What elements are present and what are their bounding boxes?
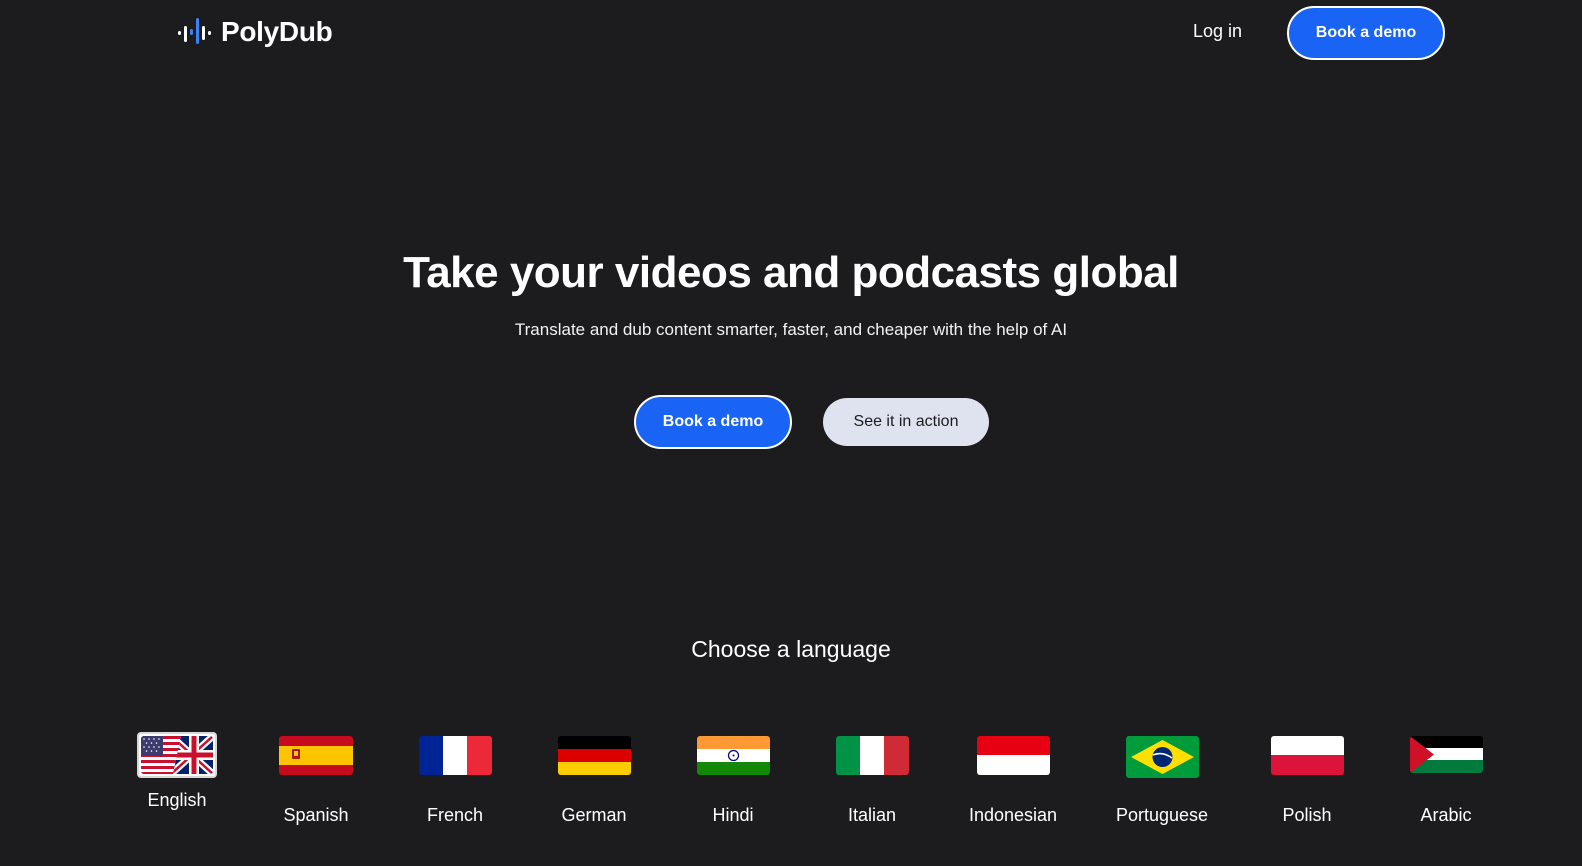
indonesia-flag-icon [976, 736, 1050, 775]
book-demo-header-button[interactable]: Book a demo [1287, 6, 1445, 60]
language-label: German [561, 805, 627, 825]
language-label: English [147, 790, 207, 810]
language-label: Arabic [1420, 805, 1472, 825]
language-option-german[interactable]: German [534, 736, 654, 826]
language-option-hindi[interactable]: Hindi [673, 736, 793, 826]
language-label: Hindi [712, 805, 754, 825]
logo-link[interactable]: PolyDub [177, 16, 333, 48]
germany-flag-icon [557, 736, 631, 775]
book-demo-hero-button[interactable]: Book a demo [634, 395, 792, 449]
language-option-arabic[interactable]: Arabic [1386, 736, 1506, 826]
palestine-flag-icon [1409, 736, 1483, 773]
language-label: Indonesian [968, 805, 1058, 825]
language-label: Spanish [283, 805, 349, 825]
page: PolyDub Log in Book a demo Take your vid… [0, 0, 1582, 866]
selected-flag-frame [137, 732, 217, 778]
language-option-portuguese[interactable]: Portuguese [1102, 736, 1222, 826]
language-option-polish[interactable]: Polish [1247, 736, 1367, 826]
language-option-french[interactable]: French [395, 736, 515, 826]
poland-flag-icon [1270, 736, 1344, 775]
see-it-in-action-button[interactable]: See it in action [823, 398, 989, 446]
language-label: Italian [847, 805, 897, 825]
language-option-italian[interactable]: Italian [812, 736, 932, 826]
choose-language-heading: Choose a language [691, 636, 891, 662]
language-label: French [426, 805, 484, 825]
login-link[interactable]: Log in [1193, 21, 1242, 42]
spain-flag-icon [279, 736, 353, 775]
italy-flag-icon [835, 736, 909, 775]
hero-subtitle: Translate and dub content smarter, faste… [514, 320, 1068, 339]
hero-title: Take your videos and podcasts global [403, 248, 1179, 297]
soundwave-icon [177, 16, 213, 48]
brazil-flag-icon [1125, 736, 1199, 778]
india-flag-icon [696, 736, 770, 775]
language-option-spanish[interactable]: Spanish [256, 736, 376, 826]
language-option-indonesian[interactable]: Indonesian [953, 736, 1073, 826]
france-flag-icon [418, 736, 492, 775]
language-label: Portuguese [1115, 805, 1209, 825]
brand-name: PolyDub [221, 16, 333, 47]
language-label: Polish [1282, 805, 1332, 825]
language-option-english[interactable]: English [117, 732, 237, 811]
us-uk-flag-icon [141, 736, 213, 774]
